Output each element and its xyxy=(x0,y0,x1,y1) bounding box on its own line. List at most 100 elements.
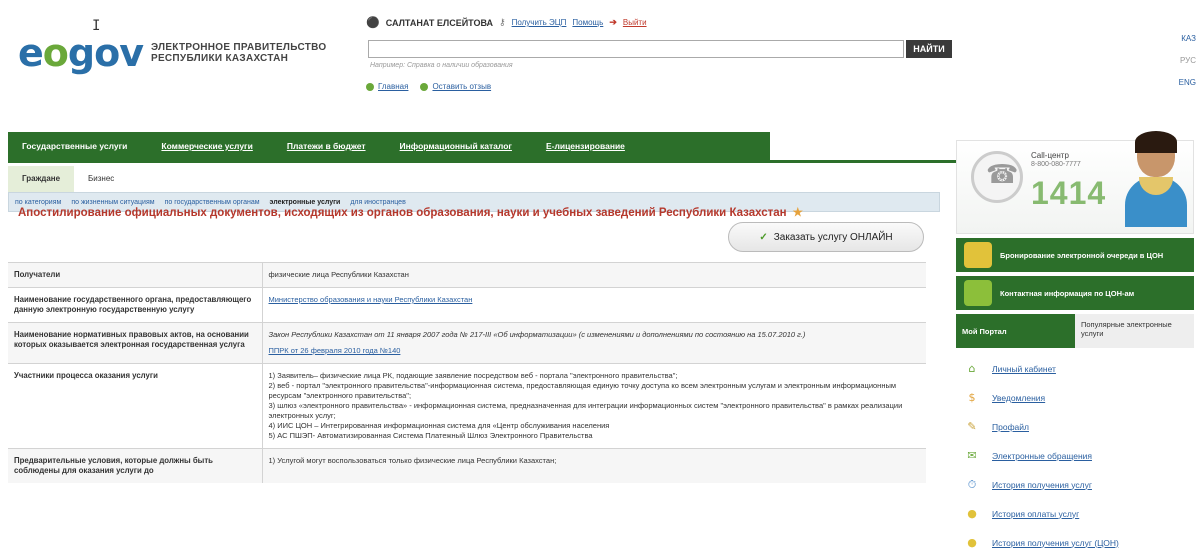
queue-booking-banner[interactable]: Бронирование электронной очереди в ЦОН xyxy=(956,238,1194,272)
text-cursor-icon: I xyxy=(92,18,101,34)
callcenter-phone: 8-800-080-7777 xyxy=(1031,161,1081,168)
history-icon: ⏱ xyxy=(967,477,977,491)
row-value: 1) Услугой могут воспользоваться только … xyxy=(262,448,926,483)
profile-link[interactable]: Профайл xyxy=(992,422,1029,432)
nav-e-licensing[interactable]: Е-лицензирование xyxy=(546,141,625,151)
main-nav: Государственные услуги Коммерческие услу… xyxy=(8,132,770,160)
profile-icon: ✎ xyxy=(967,419,977,433)
table-row: Участники процесса оказания услуги 1) За… xyxy=(8,363,926,449)
table-row: Наименование государственного органа, пр… xyxy=(8,287,926,323)
participant-line: 2) веб - портал "электронного правительс… xyxy=(268,381,897,400)
org-name-line1: ЭЛЕКТРОННОЕ ПРАВИТЕЛЬСТВО xyxy=(150,42,327,53)
order-online-button[interactable]: ✓ Заказать услугу ОНЛАЙН xyxy=(728,222,924,252)
table-row: Получатели физические лица Республики Ка… xyxy=(8,262,926,288)
participant-line: 1) Заявитель– физические лица РК, подающ… xyxy=(268,371,678,380)
search-hint: Например: Справка о наличии образования xyxy=(370,62,513,69)
row-label: Наименование нормативных правовых актов,… xyxy=(8,322,263,364)
list-item: ⏱ История получения услуг xyxy=(956,470,1194,499)
e-appeals-link[interactable]: Электронные обращения xyxy=(992,451,1092,461)
check-icon: ✓ xyxy=(759,231,768,243)
service-title-text: Апостилирование официальных документов, … xyxy=(18,207,787,219)
portal-menu: ⌂ Личный кабинет $ Уведомления ✎ Профайл ✉ Э… xyxy=(956,354,1194,556)
participant-line: 4) ИИС ЦОН – Интегрированная информацион… xyxy=(268,421,610,430)
row-label: Участники процесса оказания услуги xyxy=(8,363,263,449)
service-title: Апостилирование официальных документов, … xyxy=(18,205,803,219)
tab-citizens[interactable]: Граждане xyxy=(8,166,75,192)
logout-link[interactable]: Выйти xyxy=(623,18,647,27)
logo-e: e xyxy=(18,31,44,75)
phone-icon xyxy=(971,151,1023,203)
org-name-line2: РЕСПУБЛИКИ КАЗАХСТАН xyxy=(150,53,289,64)
nav-commercial-services[interactable]: Коммерческие услуги xyxy=(161,141,252,151)
list-item: ✎ Профайл xyxy=(956,412,1194,441)
order-online-label: Заказать услугу ОНЛАЙН xyxy=(773,231,893,243)
row-value: Министерство образования и науки Республ… xyxy=(262,287,926,323)
con-history-link[interactable]: История получения услуг (ЦОН) xyxy=(992,538,1119,548)
row-label: Предварительные условия, которые должны … xyxy=(8,448,263,483)
row-value: Закон Республики Казахстан от 11 января … xyxy=(262,322,926,364)
nav-info-catalog[interactable]: Информационный каталог xyxy=(400,141,512,151)
list-item: $ Уведомления xyxy=(956,383,1194,412)
notifications-link[interactable]: Уведомления xyxy=(992,393,1045,403)
lang-eng[interactable]: ENG xyxy=(1179,72,1196,94)
portal-tabs: Мой Портал Популярные электронные услуги xyxy=(956,314,1194,348)
participant-line: 5) АС ПШЭП- Автоматизированная Система П… xyxy=(268,431,593,440)
lang-rus[interactable]: РУС xyxy=(1179,50,1196,72)
right-sidebar: Call-центр 8-800-080-7777 1414 Бронирова… xyxy=(956,131,1194,556)
quicklinks: Главная Оставить отзыв xyxy=(366,82,491,91)
home-cabinet-icon: ⌂ xyxy=(968,361,976,375)
con-contacts-label: Контактная информация по ЦОН-ам xyxy=(1000,288,1135,298)
participant-line: 3) шлюз «электронного правительства» - и… xyxy=(268,401,903,420)
help-link[interactable]: Помощь xyxy=(572,18,603,27)
list-item: ⌂ Личный кабинет xyxy=(956,354,1194,383)
logout-icon: ➔ xyxy=(609,17,617,27)
ministry-link[interactable]: Министерство образования и науки Республ… xyxy=(269,295,473,304)
get-eds-link[interactable]: Получить ЭЦП xyxy=(512,18,567,27)
table-row: Наименование нормативных правовых актов,… xyxy=(8,322,926,364)
row-value: 1) Заявитель– физические лица РК, подающ… xyxy=(262,363,926,449)
payment-history-icon: ● xyxy=(967,506,977,520)
tab-business[interactable]: Бизнес xyxy=(74,166,128,192)
contacts-icon xyxy=(964,280,992,306)
egov-logo[interactable]: eogov ЭЛЕКТРОННОЕ ПРАВИТЕЛЬСТВО РЕСПУБЛИ… xyxy=(18,34,327,72)
nav-gov-services[interactable]: Государственные услуги xyxy=(22,141,127,151)
key-icon: ⚷ xyxy=(499,17,506,27)
nav-budget-payments[interactable]: Платежи в бюджет xyxy=(287,141,366,151)
logo-gov: gov xyxy=(67,31,144,75)
notifications-icon: $ xyxy=(968,390,976,404)
personal-cabinet-link[interactable]: Личный кабинет xyxy=(992,364,1056,374)
favorite-icon[interactable]: ★ xyxy=(793,207,803,219)
callcenter-title: Call-центр xyxy=(1031,151,1069,160)
search-button[interactable]: НАЙТИ xyxy=(906,40,952,58)
language-switcher: КАЗ РУС ENG xyxy=(1179,28,1196,94)
queue-booking-label: Бронирование электронной очереди в ЦОН xyxy=(1000,250,1164,260)
con-contacts-banner[interactable]: Контактная информация по ЦОН-ам xyxy=(956,276,1194,310)
tab-my-portal[interactable]: Мой Портал xyxy=(956,314,1075,348)
con-history-icon: ● xyxy=(967,535,977,549)
row-value: физические лица Республики Казахстан xyxy=(262,262,926,288)
search-input[interactable] xyxy=(368,40,904,58)
list-item: ● История оплаты услуг xyxy=(956,499,1194,528)
home-link[interactable]: Главная xyxy=(378,82,408,91)
logo-mark: eogov xyxy=(18,31,144,75)
appeals-icon: ✉ xyxy=(967,448,977,462)
law-reference: Закон Республики Казахстан от 11 января … xyxy=(268,330,806,339)
callcenter-banner[interactable]: Call-центр 8-800-080-7777 1414 xyxy=(956,131,1194,234)
org-name: ЭЛЕКТРОННОЕ ПРАВИТЕЛЬСТВО РЕСПУБЛИКИ КАЗ… xyxy=(151,42,327,64)
decree-link[interactable]: ППРК от 26 февраля 2010 года №140 xyxy=(269,346,401,355)
people-icon xyxy=(964,242,992,268)
userbar: ⚫ САЛТАНАТ ЕЛСЕЙТОВА ⚷ Получить ЭЦП Помо… xyxy=(366,16,647,29)
callcenter-short-number: 1414 xyxy=(1031,175,1107,211)
lang-kaz[interactable]: КАЗ xyxy=(1179,28,1196,50)
feedback-link[interactable]: Оставить отзыв xyxy=(432,82,491,91)
operator-image xyxy=(1123,131,1187,229)
list-item: ● История получения услуг (ЦОН) xyxy=(956,528,1194,556)
row-label: Наименование государственного органа, пр… xyxy=(8,287,263,323)
user-name: САЛТАНАТ ЕЛСЕЙТОВА xyxy=(385,17,493,28)
service-history-link[interactable]: История получения услуг xyxy=(992,480,1092,490)
home-icon xyxy=(366,82,374,91)
list-item: ✉ Электронные обращения xyxy=(956,441,1194,470)
payment-history-link[interactable]: История оплаты услуг xyxy=(992,509,1079,519)
tab-popular-services[interactable]: Популярные электронные услуги xyxy=(1075,314,1194,348)
user-icon: ⚫ xyxy=(366,17,380,29)
